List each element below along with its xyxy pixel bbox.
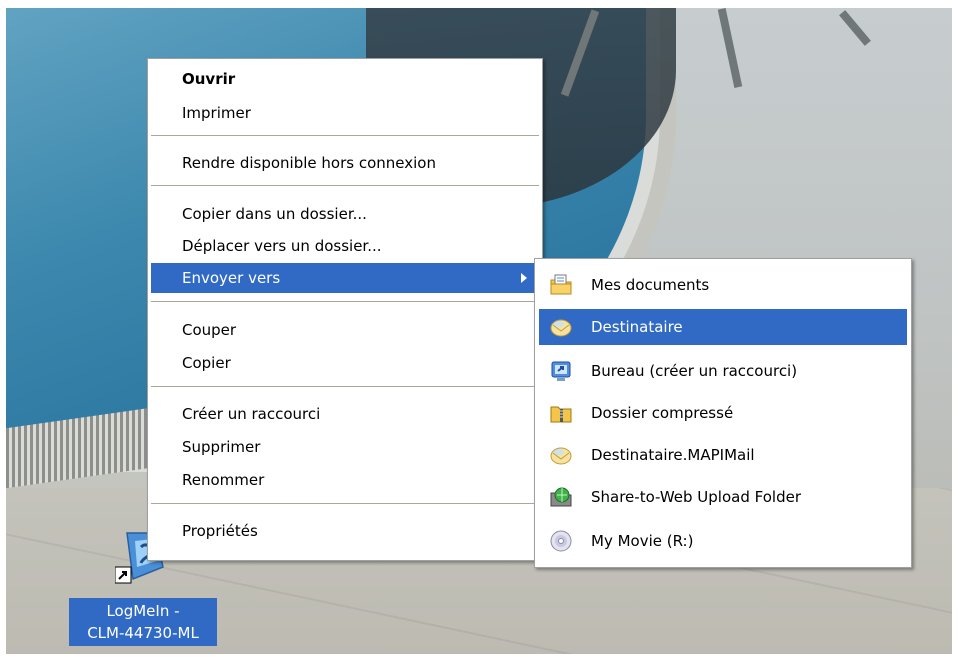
mapi-mail-icon [549, 443, 573, 467]
desktop-icon-label-line2: CLM-44730-ML [87, 624, 199, 642]
web-upload-folder-icon [549, 485, 573, 509]
menu-item-move-to-folder[interactable]: Déplacer vers un dossier... [151, 231, 539, 261]
submenu-item-my-documents[interactable]: Mes documents [539, 267, 907, 303]
menu-item-cut[interactable]: Couper [151, 315, 539, 345]
menu-item-copy[interactable]: Copier [151, 348, 539, 378]
menu-separator [151, 503, 539, 504]
my-documents-icon [549, 273, 573, 297]
cd-drive-icon [549, 529, 573, 553]
menu-separator [151, 301, 539, 302]
submenu-item-label: Mes documents [591, 276, 710, 294]
menu-item-create-shortcut[interactable]: Créer un raccourci [151, 399, 539, 429]
menu-separator [151, 135, 539, 136]
wallpaper-ladder [717, 8, 743, 88]
desktop-icon-label-line1: LogMeIn - [106, 602, 180, 620]
context-menu: Ouvrir Imprimer Rendre disponible hors c… [147, 58, 543, 561]
submenu-item-label: Destinataire.MAPIMail [591, 446, 755, 464]
menu-item-delete[interactable]: Supprimer [151, 432, 539, 462]
submenu-item-recipient[interactable]: Destinataire [539, 309, 907, 345]
menu-item-properties[interactable]: Propriétés [151, 516, 539, 546]
menu-item-imprimer[interactable]: Imprimer [151, 98, 539, 128]
menu-item-rename[interactable]: Renommer [151, 465, 539, 495]
menu-item-send-to[interactable]: Envoyer vers [151, 263, 539, 293]
submenu-arrow-icon [521, 273, 527, 283]
submenu-item-web-upload[interactable]: Share-to-Web Upload Folder [539, 479, 907, 515]
menu-separator [151, 386, 539, 387]
submenu-item-desktop-shortcut[interactable]: Bureau (créer un raccourci) [539, 353, 907, 389]
submenu-item-label: Dossier compressé [591, 404, 734, 422]
submenu-item-cd-drive[interactable]: My Movie (R:) [539, 523, 907, 559]
submenu-item-label: Bureau (créer un raccourci) [591, 362, 798, 380]
desktop-shortcut-icon [549, 359, 573, 383]
compressed-folder-icon [549, 401, 573, 425]
submenu-item-label: Destinataire [591, 318, 683, 336]
submenu-item-mapi-mail[interactable]: Destinataire.MAPIMail [539, 437, 907, 473]
menu-separator [151, 185, 539, 186]
submenu-item-compressed-folder[interactable]: Dossier compressé [539, 395, 907, 431]
mail-recipient-icon [549, 315, 573, 339]
submenu-item-label: My Movie (R:) [591, 532, 694, 550]
submenu-item-label: Share-to-Web Upload Folder [591, 488, 801, 506]
desktop-icon-label[interactable]: LogMeIn - CLM-44730-ML [69, 598, 217, 646]
send-to-submenu: Mes documents Destinataire Bureau (créer… [534, 258, 912, 568]
menu-item-offline[interactable]: Rendre disponible hors connexion [151, 148, 539, 178]
menu-item-copy-to-folder[interactable]: Copier dans un dossier... [151, 199, 539, 229]
menu-item-ouvrir[interactable]: Ouvrir [151, 64, 539, 94]
menu-item-send-to-label: Envoyer vers [182, 269, 281, 287]
wallpaper-ladder [839, 10, 871, 46]
